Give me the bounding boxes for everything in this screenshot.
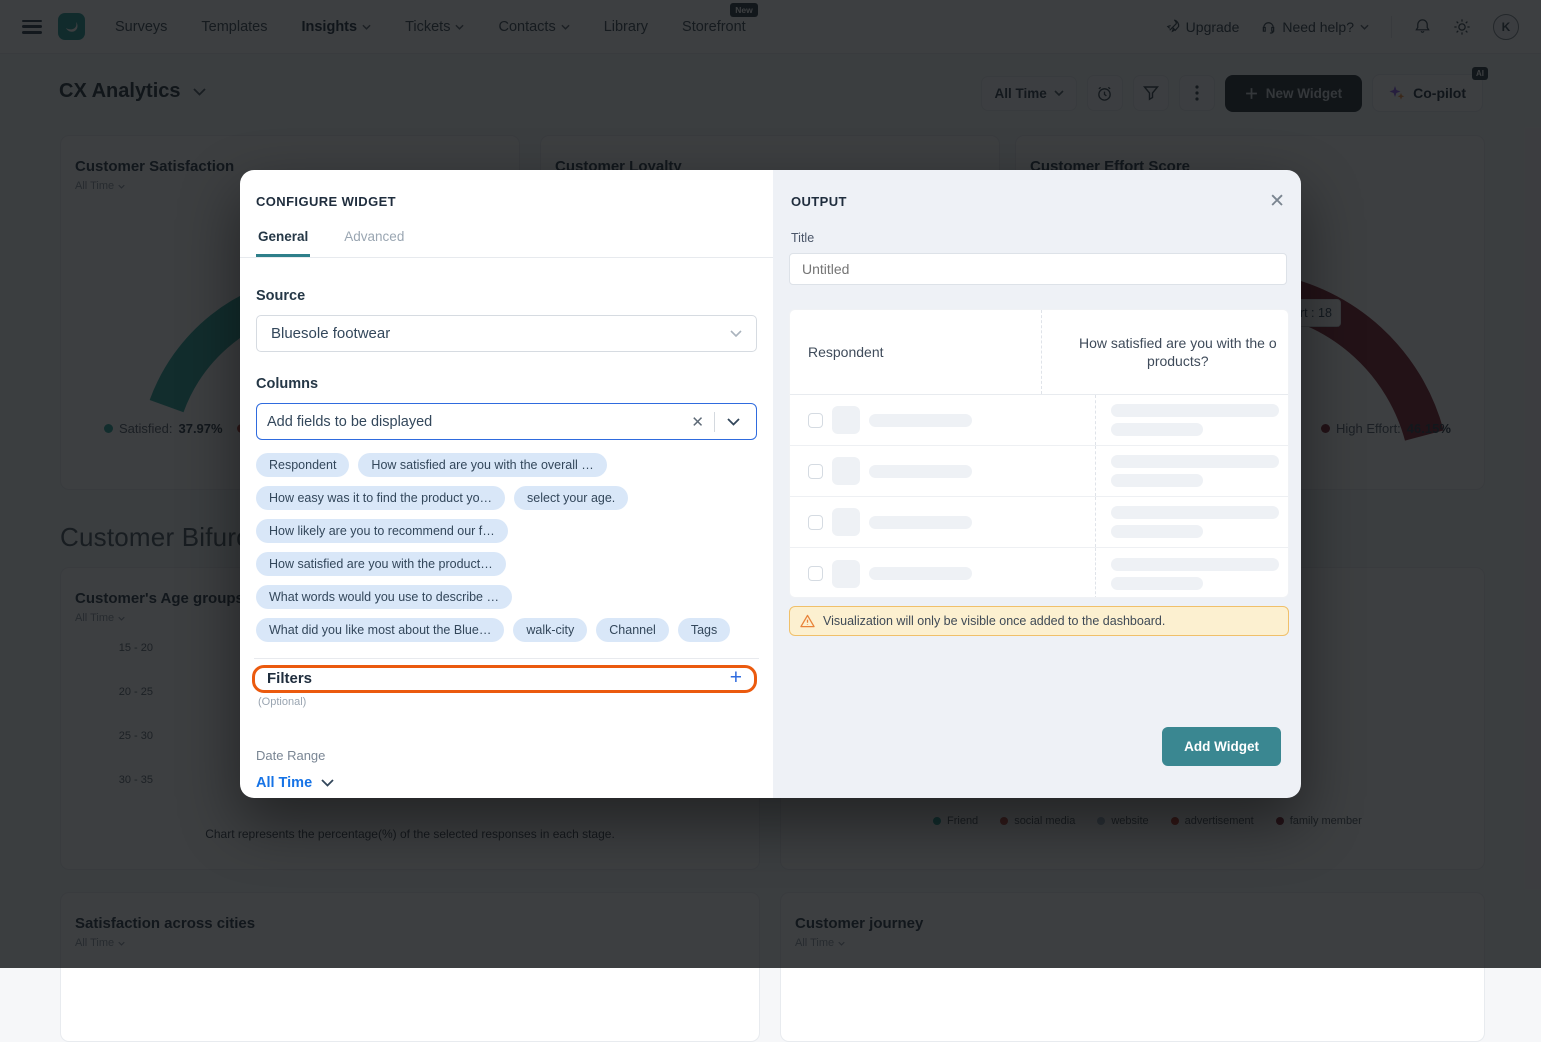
columns-multiselect[interactable]: ✕: [256, 403, 757, 440]
date-range-dropdown[interactable]: All Time: [256, 775, 757, 791]
configure-widget-modal: CONFIGURE WIDGET General Advanced Source…: [240, 170, 1301, 798]
columns-label: Columns: [256, 376, 757, 392]
table-row: [790, 395, 1288, 446]
chevron-down-icon: [321, 779, 334, 787]
column-chip[interactable]: How likely are you to recommend our f…: [256, 519, 508, 543]
table-body: [790, 395, 1288, 598]
selected-column-chips: Respondent How satisfied are you with the…: [256, 453, 758, 642]
column-chip[interactable]: What did you like most about the Blue…: [256, 618, 504, 642]
row-checkbox[interactable]: [808, 413, 823, 428]
source-label: Source: [256, 288, 757, 304]
clear-x-icon[interactable]: ✕: [681, 413, 714, 431]
visualization-warning-banner: Visualization will only be visible once …: [789, 606, 1289, 636]
column-chip[interactable]: What words would you use to describe …: [256, 585, 512, 609]
text-skeleton: [1111, 525, 1203, 538]
text-skeleton: [1111, 558, 1279, 571]
modal-tabs: General Advanced: [240, 223, 773, 258]
text-skeleton: [869, 414, 972, 427]
column-chip[interactable]: How satisfied are you with the overall …: [358, 453, 606, 477]
output-title: OUTPUT: [791, 194, 847, 209]
column-chip[interactable]: Channel: [596, 618, 669, 642]
column-chip[interactable]: Tags: [678, 618, 730, 642]
text-skeleton: [1111, 404, 1279, 417]
close-icon[interactable]: ✕: [1269, 195, 1285, 209]
row-checkbox[interactable]: [808, 566, 823, 581]
table-row: [790, 497, 1288, 548]
filters-label: Filters: [267, 670, 312, 687]
add-widget-button[interactable]: Add Widget: [1162, 727, 1281, 766]
text-skeleton: [1111, 577, 1203, 590]
avatar-skeleton: [832, 457, 860, 485]
output-preview-table: Respondent How satisfied are you with th…: [789, 309, 1289, 598]
avatar-skeleton: [832, 406, 860, 434]
add-filter-plus-icon[interactable]: +: [730, 669, 742, 687]
text-skeleton: [869, 567, 972, 580]
tab-general[interactable]: General: [256, 223, 310, 257]
columns-input[interactable]: [267, 414, 681, 430]
text-skeleton: [869, 516, 972, 529]
chevron-down-icon[interactable]: [715, 418, 746, 426]
date-range-label: Date Range: [256, 748, 757, 763]
row-checkbox[interactable]: [808, 464, 823, 479]
warning-triangle-icon: [800, 614, 815, 628]
filters-optional-hint: (Optional): [258, 696, 757, 708]
text-skeleton: [869, 465, 972, 478]
text-skeleton: [1111, 423, 1203, 436]
widget-title-input[interactable]: [789, 253, 1287, 285]
modal-title: CONFIGURE WIDGET: [256, 194, 757, 209]
table-header: Respondent How satisfied are you with th…: [790, 310, 1288, 395]
column-chip[interactable]: How satisfied are you with the product…: [256, 552, 506, 576]
avatar-skeleton: [832, 508, 860, 536]
configure-panel: CONFIGURE WIDGET General Advanced Source…: [240, 170, 773, 798]
filters-row-highlighted: Filters +: [252, 665, 757, 693]
text-skeleton: [1111, 474, 1203, 487]
row-checkbox[interactable]: [808, 515, 823, 530]
text-skeleton: [1111, 506, 1279, 519]
tab-advanced[interactable]: Advanced: [342, 223, 406, 257]
column-header-question: How satisfied are you with the o product…: [1041, 310, 1288, 394]
column-chip[interactable]: How easy was it to find the product yo…: [256, 486, 505, 510]
chevron-down-icon: [730, 330, 742, 337]
source-select[interactable]: Bluesole footwear: [256, 315, 757, 352]
column-header-respondent: Respondent: [790, 310, 1041, 394]
table-row: [790, 548, 1288, 598]
divider: [254, 658, 759, 659]
column-chip[interactable]: select your age.: [514, 486, 628, 510]
text-skeleton: [1111, 455, 1279, 468]
table-row: [790, 446, 1288, 497]
output-panel: OUTPUT ✕ Title Respondent How satisfied …: [773, 170, 1301, 798]
column-chip[interactable]: Respondent: [256, 453, 349, 477]
column-chip[interactable]: walk-city: [513, 618, 587, 642]
avatar-skeleton: [832, 560, 860, 588]
title-label: Title: [791, 231, 1287, 245]
